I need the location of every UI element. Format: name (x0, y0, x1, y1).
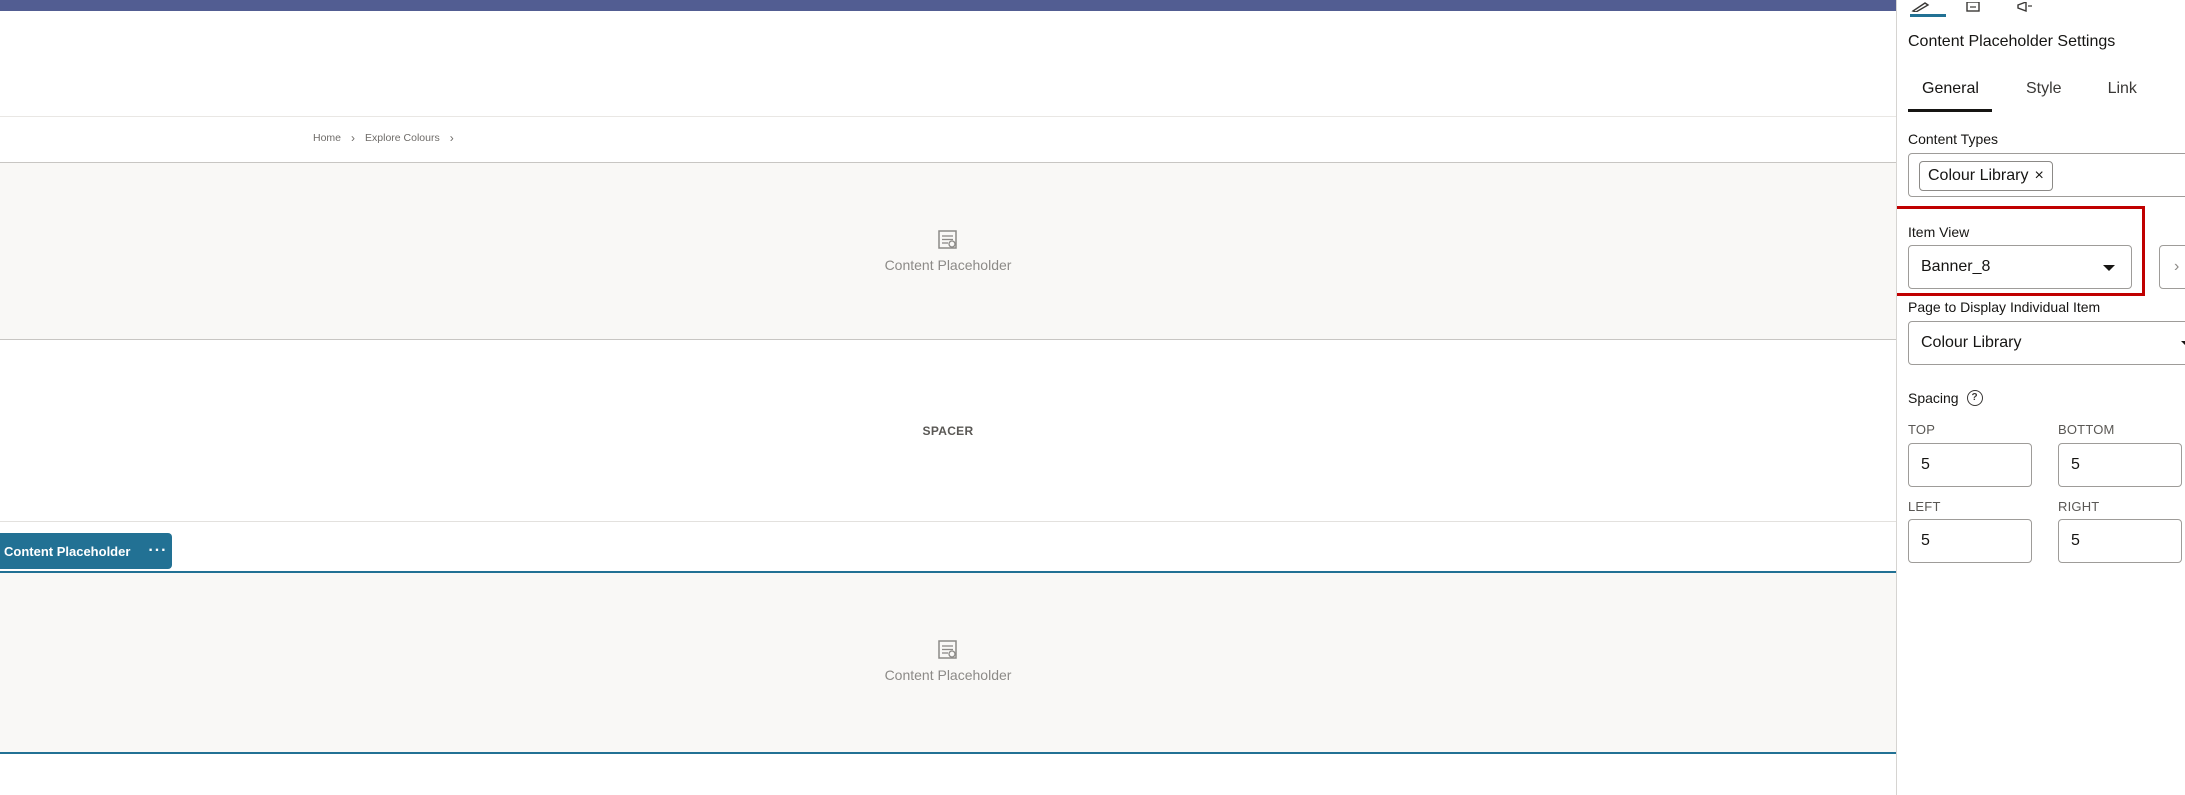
content-placeholder-block-1[interactable]: Content Placeholder (0, 162, 1896, 340)
item-view-edit-button[interactable]: › (2159, 245, 2185, 289)
tab-general[interactable]: General (1908, 76, 1992, 112)
more-options-icon[interactable]: ··· (148, 542, 167, 560)
active-icon-indicator (1910, 14, 1946, 17)
caret-down-icon (2103, 265, 2115, 271)
settings-panel: Content Placeholder Settings General Sty… (1896, 0, 2185, 795)
spacing-right-input[interactable]: 5 (2058, 519, 2182, 563)
bottom-label: BOTTOM (2058, 422, 2115, 437)
tab-link[interactable]: Link (2094, 76, 2151, 112)
spacing-left-input[interactable]: 5 (1908, 519, 2032, 563)
left-label: LEFT (1908, 499, 1941, 514)
edit-icon[interactable] (1909, 0, 1933, 12)
spacer-label: SPACER (922, 424, 974, 438)
canvas-top-bar (0, 0, 1896, 11)
content-types-label: Content Types (1908, 131, 1999, 147)
chevron-right-icon: › (2174, 258, 2180, 275)
chevron-right-icon: › (351, 131, 356, 145)
spacing-label-text: Spacing (1908, 390, 1959, 406)
document-icon[interactable] (1961, 0, 1985, 12)
chevron-right-icon: › (449, 131, 454, 145)
page-display-label: Page to Display Individual Item (1908, 299, 2101, 315)
item-view-label: Item View (1908, 224, 1970, 240)
content-placeholder-icon (938, 230, 957, 249)
content-placeholder-toolbar[interactable]: Content Placeholder ··· (0, 533, 172, 569)
caret-down-icon (2181, 341, 2185, 347)
page-display-value: Colour Library (1921, 334, 2022, 351)
breadcrumb: Home › Explore Colours › (313, 131, 454, 145)
breadcrumb-home[interactable]: Home (313, 132, 341, 144)
announcement-icon[interactable] (2013, 0, 2037, 12)
content-placeholder-label: Content Placeholder (884, 667, 1012, 683)
content-placeholder-label: Content Placeholder (884, 257, 1012, 273)
page-display-select[interactable]: Colour Library (1908, 321, 2185, 365)
toolbar-label: Content Placeholder (4, 543, 131, 559)
right-label: RIGHT (2058, 499, 2100, 514)
content-placeholder-icon (938, 640, 957, 659)
item-view-value: Banner_8 (1921, 258, 1991, 275)
spacing-label: Spacing ? (1908, 390, 1983, 406)
breadcrumb-explore-colours[interactable]: Explore Colours (365, 132, 440, 144)
content-placeholder-block-2[interactable]: Content Placeholder (0, 571, 1896, 754)
close-icon[interactable]: × (2034, 167, 2043, 185)
help-icon[interactable]: ? (1966, 390, 1983, 406)
item-view-select[interactable]: Banner_8 (1908, 245, 2132, 289)
panel-title: Content Placeholder Settings (1908, 33, 2116, 50)
page-canvas: Home › Explore Colours › Content Placeho… (0, 0, 1896, 795)
spacing-bottom-input[interactable]: 5 (2058, 443, 2182, 487)
content-type-chip: Colour Library × (1919, 161, 2053, 191)
spacing-top-input[interactable]: 5 (1908, 443, 2032, 487)
spacer-divider (0, 521, 1896, 522)
header-divider (0, 116, 1896, 117)
settings-tabs: General Style Link (1908, 76, 2185, 114)
tab-style[interactable]: Style (2012, 76, 2076, 112)
chip-label: Colour Library (1928, 167, 2029, 184)
top-label: TOP (1908, 422, 1936, 437)
